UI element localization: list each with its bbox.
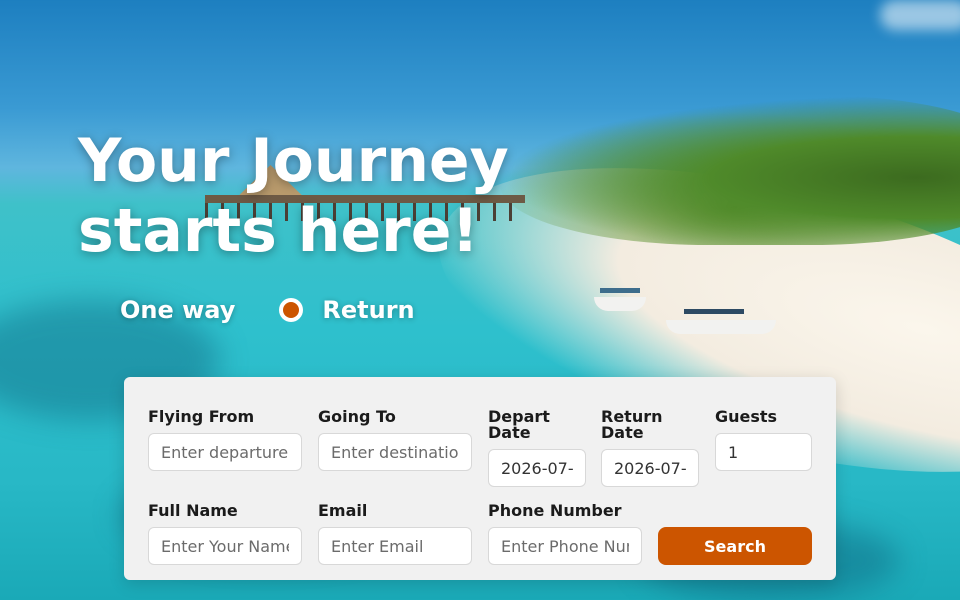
guests-field: Guests [715, 407, 812, 471]
hero-title: Your Journey starts here! [78, 126, 598, 266]
search-button[interactable]: Search [658, 527, 812, 565]
going-to-field: Going To [318, 407, 472, 471]
return-date-label: Return Date [601, 407, 663, 442]
email-field: Email [318, 501, 472, 565]
full-name-input[interactable] [148, 527, 302, 565]
radio-selected-dot [283, 302, 300, 318]
guests-input[interactable] [715, 433, 812, 471]
return-date-input[interactable] [601, 449, 699, 487]
flying-from-field: Flying From [148, 407, 302, 471]
hero-title-line1: Your Journey [78, 126, 509, 196]
email-label: Email [318, 501, 368, 520]
phone-field: Phone Number [488, 501, 642, 565]
flying-from-label: Flying From [148, 407, 255, 426]
return-option[interactable]: Return [322, 296, 414, 324]
depart-date-input[interactable] [488, 449, 586, 487]
phone-label: Phone Number [488, 501, 622, 520]
booking-form: Flying From Going To Depart Date Return … [124, 377, 836, 580]
going-to-label: Going To [318, 407, 396, 426]
guests-label: Guests [715, 407, 778, 426]
full-name-field: Full Name [148, 501, 302, 565]
trip-type-selector: One way Return [120, 296, 415, 324]
one-way-option[interactable]: One way [120, 296, 235, 324]
going-to-input[interactable] [318, 433, 472, 471]
depart-date-field: Depart Date [488, 407, 586, 487]
return-radio[interactable] [279, 298, 304, 322]
depart-date-label: Depart Date [488, 407, 550, 442]
full-name-label: Full Name [148, 501, 238, 520]
cloud [880, 0, 960, 30]
boat [666, 309, 776, 334]
phone-input[interactable] [488, 527, 642, 565]
email-input[interactable] [318, 527, 472, 565]
flying-from-input[interactable] [148, 433, 302, 471]
boat [594, 288, 646, 311]
hero-title-line2: starts here! [78, 196, 479, 266]
return-date-field: Return Date [601, 407, 699, 487]
